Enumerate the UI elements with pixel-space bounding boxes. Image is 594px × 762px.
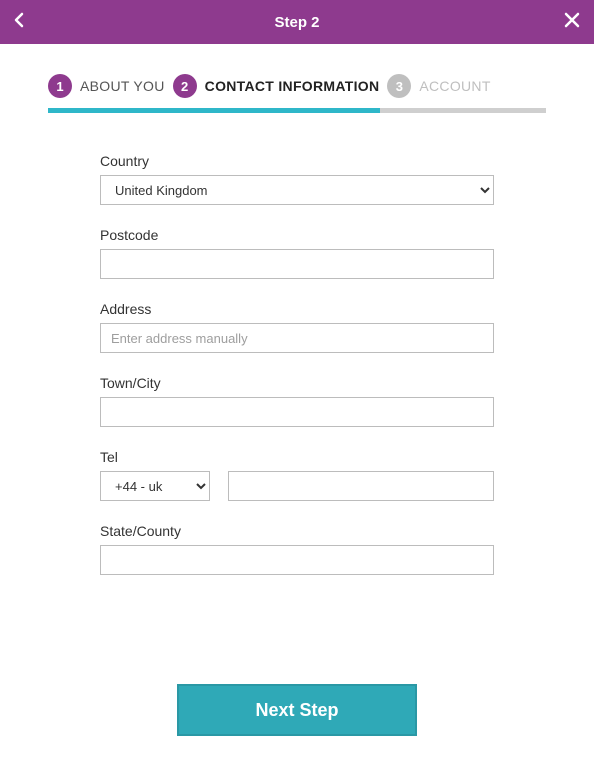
step-title: Step 2 xyxy=(274,14,319,31)
progress-bar xyxy=(48,108,546,113)
back-icon[interactable] xyxy=(14,12,34,33)
towncity-input[interactable] xyxy=(100,397,494,427)
step-1-circle: 1 xyxy=(48,74,72,98)
field-postcode: Postcode xyxy=(100,227,494,279)
statecounty-label: State/County xyxy=(100,523,494,539)
postcode-label: Postcode xyxy=(100,227,494,243)
step-2-label[interactable]: CONTACT INFORMATION xyxy=(205,78,380,94)
step-2-num: 2 xyxy=(181,79,188,94)
address-input[interactable] xyxy=(100,323,494,353)
country-select[interactable]: United Kingdom xyxy=(100,175,494,205)
footer: Next Step xyxy=(0,684,594,736)
form-body: Country United Kingdom Postcode Address … xyxy=(0,113,594,575)
progress-fill xyxy=(48,108,380,113)
postcode-input[interactable] xyxy=(100,249,494,279)
wizard-header: Step 2 xyxy=(0,0,594,44)
tel-row: +44 - uk xyxy=(100,471,494,501)
field-tel: Tel +44 - uk xyxy=(100,449,494,501)
towncity-label: Town/City xyxy=(100,375,494,391)
step-2-circle: 2 xyxy=(173,74,197,98)
tel-code-select[interactable]: +44 - uk xyxy=(100,471,210,501)
step-1-label[interactable]: ABOUT YOU xyxy=(80,78,165,94)
step-3-circle: 3 xyxy=(387,74,411,98)
statecounty-input[interactable] xyxy=(100,545,494,575)
field-address: Address xyxy=(100,301,494,353)
next-step-button[interactable]: Next Step xyxy=(177,684,417,736)
field-statecounty: State/County xyxy=(100,523,494,575)
country-label: Country xyxy=(100,153,494,169)
step-3-num: 3 xyxy=(396,79,403,94)
field-country: Country United Kingdom xyxy=(100,153,494,205)
field-towncity: Town/City xyxy=(100,375,494,427)
step-3-label[interactable]: ACCOUNT xyxy=(419,78,490,94)
tel-number-input[interactable] xyxy=(228,471,494,501)
step-1-num: 1 xyxy=(56,79,63,94)
tel-label: Tel xyxy=(100,449,494,465)
address-label: Address xyxy=(100,301,494,317)
close-icon[interactable] xyxy=(560,11,580,34)
stepper: 1 ABOUT YOU 2 CONTACT INFORMATION 3 ACCO… xyxy=(0,44,594,108)
